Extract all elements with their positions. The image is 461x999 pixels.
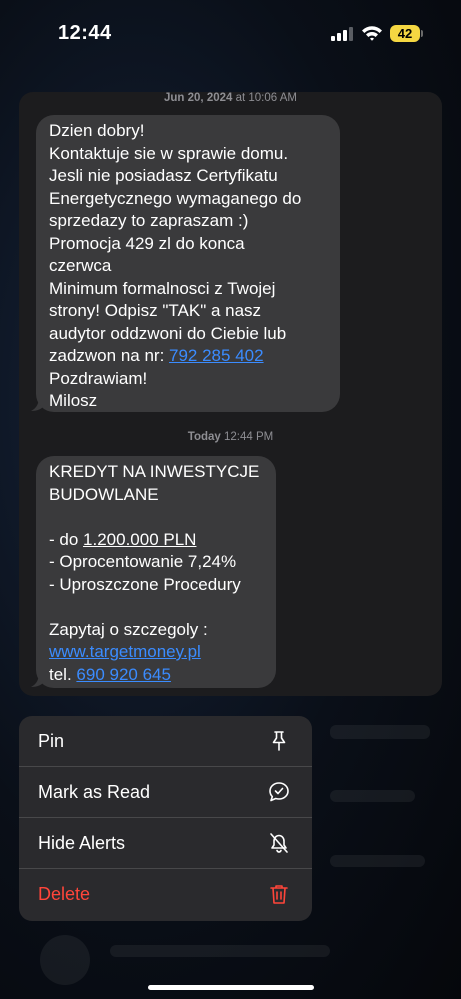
blurred-list-row (330, 855, 425, 867)
menu-label-delete: Delete (38, 884, 91, 904)
context-menu: Pin Mark as Read Hide Alerts Delete (19, 716, 312, 921)
message-1-line: czerwca (49, 256, 112, 275)
message-1-line: Energetycznego wymaganego do (49, 188, 302, 208)
status-time: 12:44 (58, 22, 112, 44)
message-2-ask: Zapytaj o szczegoly : (49, 619, 208, 639)
message-1-line: Promocja 429 zl do konca (49, 233, 245, 253)
message-2-bullet-1: - do 1.200.000 PLN (49, 529, 263, 552)
message-1-line: strony! Odpisz "TAK" a nasz (49, 301, 262, 320)
message-bubble-2[interactable]: KREDYT NA INWESTYCJE BUDOWLANE - do 1.20… (36, 456, 276, 688)
blurred-avatar (40, 935, 90, 985)
cellular-signal-icon (331, 27, 353, 41)
message-1-line: Dzien dobry! (49, 121, 145, 140)
pin-icon (272, 731, 286, 751)
trash-icon (270, 885, 288, 904)
message-check-icon (269, 782, 289, 802)
message-1-line: sprzedazy to zapraszam :) (49, 211, 249, 230)
timestamp-1: Jun 20, 2024 at 10:06 AM (19, 92, 442, 104)
menu-label-hide-alerts: Hide Alerts (38, 833, 126, 853)
message-2-tel-line: tel. 690 920 645 (49, 664, 263, 687)
message-2-line-1: KREDYT NA INWESTYCJE (49, 462, 260, 481)
message-2-spacer (49, 596, 263, 619)
phone-link-2[interactable]: 690 920 645 (76, 665, 171, 684)
loan-amount[interactable]: 1.200.000 PLN (83, 530, 196, 549)
timestamp-1-time: at 10:06 AM (232, 92, 297, 104)
menu-label-pin: Pin (38, 731, 65, 751)
message-1-signature: Milosz (49, 391, 98, 410)
home-indicator[interactable] (148, 985, 314, 990)
message-bubble-1[interactable]: Dzien dobry! Kontaktuje sie w sprawie do… (36, 115, 340, 412)
blurred-list-row (330, 725, 430, 739)
tel-prefix: tel. (49, 664, 77, 684)
timestamp-2-time: 12:44 PM (220, 431, 274, 443)
message-1-line: Minimum formalnosci z Twojej (49, 278, 276, 298)
website-link[interactable]: www.targetmoney.pl (49, 642, 201, 661)
message-1-line: Kontaktuje sie w sprawie domu. (49, 143, 289, 163)
bullet-1-prefix: - do (49, 529, 84, 549)
menu-item-pin[interactable]: Pin (19, 716, 312, 767)
battery-tip (421, 30, 423, 37)
timestamp-2: Today 12:44 PM (19, 431, 442, 443)
status-bar: 12:44 42 (0, 0, 461, 70)
phone-prefix: zadzwon na nr: (49, 346, 170, 365)
message-2-link-line: www.targetmoney.pl (49, 641, 263, 664)
message-2-bullet-2: - Oprocentowanie 7,24% (49, 552, 237, 571)
message-1-line: Jesli nie posiadasz Certyfikatu (49, 166, 278, 185)
phone-link-1[interactable]: 792 285 402 (169, 346, 264, 365)
message-2-spacer (49, 506, 263, 529)
menu-item-hide-alerts[interactable]: Hide Alerts (19, 818, 312, 869)
blurred-list-row (110, 945, 330, 957)
wifi-icon (362, 26, 382, 41)
menu-item-mark-as-read[interactable]: Mark as Read (19, 767, 312, 818)
conversation-preview: Jun 20, 2024 at 10:06 AM Dzien dobry! Ko… (19, 92, 442, 696)
timestamp-2-date: Today (187, 431, 221, 443)
message-1-closing: Pozdrawiam! (49, 368, 148, 388)
message-1-line: audytor oddzwoni do Ciebie lub (49, 323, 287, 343)
menu-label-mark-as-read: Mark as Read (38, 782, 151, 802)
menu-item-delete[interactable]: Delete (19, 869, 312, 920)
battery-icon: 42 (390, 25, 420, 42)
bell-slash-icon (270, 833, 288, 853)
blurred-list-row (330, 790, 415, 802)
message-2-line-2: BUDOWLANE (49, 484, 159, 504)
timestamp-1-date: Jun 20, 2024 (164, 92, 233, 104)
message-1-phone-line: zadzwon na nr: 792 285 402 (49, 345, 327, 368)
message-2-bullet-3: - Uproszczone Procedury (49, 574, 241, 594)
